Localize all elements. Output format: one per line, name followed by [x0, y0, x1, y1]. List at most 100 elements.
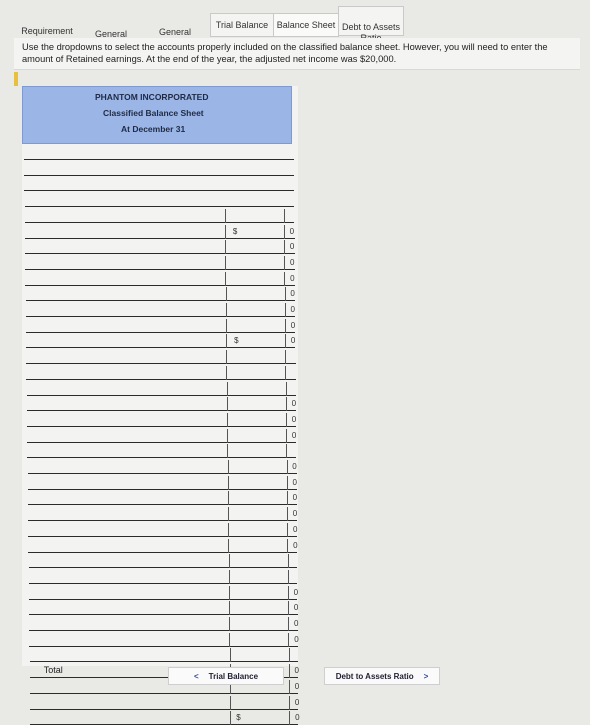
amount-input[interactable] — [224, 208, 285, 223]
amount-input[interactable] — [227, 491, 288, 506]
amount-input[interactable] — [227, 444, 288, 459]
balance-sheet-form: PHANTOM INCORPORATED Classified Balance … — [22, 86, 300, 725]
account-dropdown[interactable] — [25, 209, 220, 223]
total-value: 0 — [289, 226, 295, 236]
account-dropdown[interactable] — [26, 303, 221, 317]
account-dropdown[interactable] — [25, 193, 220, 207]
amount-input[interactable] — [229, 601, 290, 616]
account-dropdown[interactable] — [28, 507, 223, 521]
amount-input[interactable] — [230, 695, 291, 710]
total-value: 0 — [291, 399, 297, 409]
account-dropdown[interactable] — [29, 617, 224, 631]
account-dropdown[interactable] — [28, 460, 223, 474]
amount-input[interactable] — [228, 522, 289, 537]
amount-input[interactable] — [228, 585, 289, 600]
account-dropdown[interactable] — [29, 633, 224, 647]
account-dropdown[interactable] — [27, 444, 222, 458]
amount-input[interactable] — [226, 365, 287, 380]
account-dropdown[interactable] — [25, 240, 220, 254]
account-dropdown[interactable] — [25, 225, 220, 239]
amount-input[interactable] — [225, 303, 286, 317]
total-value: 0 — [289, 257, 295, 267]
account-dropdown[interactable] — [28, 476, 223, 490]
account-dropdown[interactable] — [28, 539, 223, 553]
tab-label: Trial Balance — [215, 20, 269, 30]
amount-input[interactable] — [226, 397, 287, 412]
total-value: 0 — [293, 587, 299, 597]
total-value: 0 — [292, 477, 297, 487]
currency-symbol: $ — [232, 226, 238, 236]
amount-input[interactable] — [227, 428, 288, 443]
amount-input[interactable] — [225, 287, 286, 302]
account-dropdown[interactable] — [28, 491, 223, 505]
table-row: 0 — [27, 491, 297, 506]
account-dropdown[interactable] — [30, 711, 225, 725]
instructions-panel: Use the dropdowns to select the accounts… — [14, 38, 580, 70]
amount-input[interactable] — [225, 318, 286, 333]
total-value: 0 — [290, 305, 295, 314]
table-row: 0 — [30, 695, 299, 710]
total-value: 0 — [294, 666, 299, 676]
account-dropdown[interactable] — [25, 256, 220, 270]
account-dropdown[interactable] — [27, 382, 222, 396]
prev-button[interactable]: < Trial Balance — [168, 667, 284, 685]
account-dropdown[interactable] — [26, 319, 221, 333]
account-dropdown[interactable] — [26, 366, 221, 380]
amount-input[interactable] — [227, 460, 288, 474]
account-dropdown[interactable] — [26, 287, 221, 301]
total-value: 0 — [292, 509, 298, 519]
tab-debt-to-assets-ratio[interactable]: Debt to Assets Ratio — [338, 6, 404, 43]
amount-input[interactable] — [226, 381, 287, 396]
amount-input[interactable] — [227, 475, 288, 490]
chevron-left-icon: < — [193, 671, 199, 681]
account-dropdown[interactable] — [29, 601, 224, 615]
amount-input[interactable] — [229, 632, 290, 647]
amount-input[interactable] — [229, 648, 290, 663]
amount-input[interactable] — [225, 240, 286, 255]
table-row: 0 — [27, 460, 297, 474]
company-name: PHANTOM INCORPORATED — [95, 92, 209, 102]
table-row: 0 — [25, 303, 296, 317]
account-dropdown[interactable] — [24, 162, 219, 176]
chevron-right-icon: > — [423, 671, 429, 681]
table-row: 0 — [27, 428, 296, 443]
account-dropdown[interactable] — [29, 554, 224, 568]
table-row: 0 — [28, 538, 298, 553]
currency-symbol: $ — [234, 336, 239, 346]
sheet-header: PHANTOM INCORPORATED Classified Balance … — [22, 86, 292, 144]
account-dropdown[interactable] — [26, 350, 221, 364]
amount-input[interactable] — [225, 271, 286, 286]
account-dropdown[interactable] — [29, 570, 224, 584]
account-dropdown[interactable] — [30, 696, 225, 710]
table-row — [24, 177, 295, 192]
account-dropdown[interactable] — [25, 272, 220, 286]
account-dropdown[interactable] — [26, 334, 221, 348]
amount-input[interactable] — [229, 617, 290, 631]
tab-balance-sheet[interactable]: Balance Sheet — [273, 13, 339, 37]
tab-label: Requirement — [21, 26, 73, 36]
amount-input[interactable] — [225, 255, 286, 270]
tab-trial-balance[interactable]: Trial Balance — [210, 13, 274, 37]
total-value: 0 — [290, 289, 295, 299]
amount-input[interactable] — [228, 554, 289, 569]
account-dropdown[interactable] — [27, 413, 222, 427]
amount-input[interactable] — [226, 350, 287, 365]
amount-input[interactable] — [228, 569, 289, 584]
account-dropdown[interactable] — [29, 586, 224, 600]
statement-date: At December 31 — [121, 124, 186, 134]
table-row — [26, 365, 296, 380]
account-dropdown[interactable] — [24, 146, 219, 160]
amount-input[interactable] — [226, 412, 287, 427]
amount-input[interactable] — [228, 507, 289, 522]
tab-requirement[interactable]: Requirement — [18, 26, 76, 37]
next-button[interactable]: Debt to Assets Ratio > — [324, 667, 440, 685]
total-value: 0 — [293, 540, 298, 550]
table-row: 0 $ — [30, 711, 300, 725]
account-dropdown[interactable] — [27, 397, 222, 411]
amount-input[interactable] — [228, 538, 289, 553]
account-dropdown[interactable] — [27, 429, 222, 443]
prev-button-label: Trial Balance — [208, 671, 259, 681]
account-dropdown[interactable] — [24, 177, 219, 191]
account-dropdown[interactable] — [30, 648, 225, 662]
account-dropdown[interactable] — [28, 523, 223, 537]
